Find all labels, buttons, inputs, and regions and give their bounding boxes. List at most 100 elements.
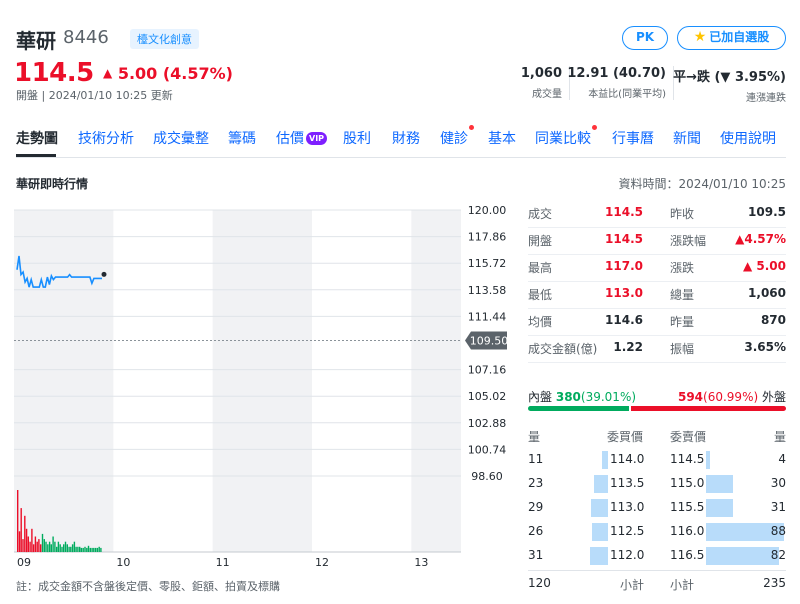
current-price: 114.5 xyxy=(14,58,94,88)
quote-value: 113.0 xyxy=(605,286,643,300)
quote-row: 昨收 109.5 xyxy=(670,205,786,232)
tab-peers[interactable]: 同業比較 xyxy=(535,125,597,148)
quote-value: 1,060 xyxy=(748,286,786,300)
x-tick-label: 09 xyxy=(17,556,31,569)
quote-label: 昨收 xyxy=(670,207,695,221)
pk-button[interactable]: PK xyxy=(622,26,668,50)
ask-volume: 82 xyxy=(770,548,786,562)
inout-in-label: 內盤 xyxy=(528,390,553,404)
y-tick-label: 100.74 xyxy=(468,443,507,456)
volume-bar xyxy=(54,541,56,552)
category-tag[interactable]: 檯文化創意 xyxy=(130,29,199,49)
vip-badge: VIP xyxy=(306,132,328,145)
volume-bar xyxy=(86,547,88,552)
tab-basic[interactable]: 基本 xyxy=(488,128,516,148)
ask-price: 114.5 xyxy=(670,452,705,466)
bid-volume: 26 xyxy=(528,524,544,538)
bid-depth-bar xyxy=(592,523,608,541)
tab-bar: 走勢圖 技術分析 成交彙整 籌碼 估價 VIP 股利 財務 健診 基本 同業比較 … xyxy=(16,125,786,156)
reference-price-label: 109.50 xyxy=(470,335,509,348)
ask-price: 115.5 xyxy=(670,500,705,514)
bid-volume: 23 xyxy=(528,476,544,490)
volume-bar xyxy=(17,490,19,552)
star-icon: ★ xyxy=(693,29,707,45)
y-tick-label: 102.88 xyxy=(468,417,507,430)
tab-peers-label: 同業比較 xyxy=(535,131,591,147)
stock-name: 華研 xyxy=(16,29,56,53)
quote-row: 最高 117.0 xyxy=(528,259,643,286)
price-change: ▲ 5.00 (4.57%) xyxy=(103,64,233,83)
y-tick-label: 98.60 xyxy=(471,470,503,483)
volume-bar xyxy=(96,547,99,552)
y-tick-label: 115.72 xyxy=(468,257,507,270)
y-tick-label: 117.86 xyxy=(468,231,507,244)
quote-label: 總量 xyxy=(670,288,695,302)
tab-chips[interactable]: 籌碼 xyxy=(228,128,256,148)
ask-total: 235 xyxy=(763,576,786,590)
order-book-row: 29 113.0 115.5 31 xyxy=(528,496,786,520)
order-book-footer: 120 小計 小計 235 xyxy=(528,570,786,594)
volume-bar xyxy=(22,539,24,552)
bid-depth-bar xyxy=(602,451,608,469)
tab-chart[interactable]: 走勢圖 xyxy=(16,128,58,148)
notification-dot xyxy=(469,125,474,130)
volume-bar xyxy=(63,544,65,553)
bid-price: 112.0 xyxy=(610,548,645,562)
y-tick-label: 111.44 xyxy=(468,310,507,323)
quote-row: 振幅 3.65% xyxy=(670,340,786,367)
volume-bar xyxy=(59,544,61,553)
volume-bar xyxy=(45,541,47,552)
order-book-row: 23 113.5 115.0 30 xyxy=(528,472,786,496)
quote-value: 114.5 xyxy=(605,232,643,246)
watchlist-label: 已加自選股 xyxy=(709,30,770,44)
volume-bar xyxy=(64,541,67,552)
volume-bar xyxy=(34,536,37,552)
bid-price: 114.0 xyxy=(610,452,645,466)
tab-health[interactable]: 健診 xyxy=(440,125,474,148)
volume-bar xyxy=(80,547,83,552)
hour-band xyxy=(212,210,312,552)
hour-band xyxy=(411,210,461,552)
watchlist-button[interactable]: ★ 已加自選股 xyxy=(677,26,786,50)
volume-bar xyxy=(38,539,40,552)
ask-depth-bar xyxy=(706,499,733,517)
bid-volume: 11 xyxy=(528,452,544,466)
ask-depth-bar xyxy=(706,451,710,469)
quote-label: 漲跌幅 xyxy=(670,234,707,248)
volume-bar xyxy=(98,546,100,552)
bid-price: 113.0 xyxy=(610,500,645,514)
inout-summary: 內盤 380(39.01%) 594(60.99%) 外盤 xyxy=(528,388,786,405)
tab-valuation[interactable]: 估價 VIP xyxy=(276,128,328,148)
volume-bar xyxy=(91,547,93,552)
quote-value: 1.22 xyxy=(613,340,643,354)
streak-stat: 平→跌 (▼ 3.95%) 連漲連跌 xyxy=(673,66,786,104)
volume-bar xyxy=(40,544,42,553)
quote-value: ▲ 5.00 xyxy=(742,259,786,273)
tab-help[interactable]: 使用說明 xyxy=(720,128,776,148)
tab-news[interactable]: 新聞 xyxy=(673,128,701,148)
volume-bar xyxy=(48,541,51,552)
ask-volume: 31 xyxy=(770,500,786,514)
order-book-row: 26 112.5 116.0 88 xyxy=(528,520,786,544)
inout-out-label: 外盤 xyxy=(761,390,786,404)
quote-row: 成交金額(億) 1.22 xyxy=(528,340,643,367)
price-change-value: 5.00 (4.57%) xyxy=(117,64,233,83)
tab-calendar[interactable]: 行事曆 xyxy=(612,128,654,148)
footer-divider xyxy=(528,570,786,571)
volume-bar xyxy=(82,547,84,552)
tab-financials[interactable]: 財務 xyxy=(392,128,420,148)
volume-bar xyxy=(27,536,29,552)
inout-out-value: 594 xyxy=(677,390,704,404)
quote-row: 均價 114.6 xyxy=(528,313,643,340)
quote-value: 109.5 xyxy=(748,205,786,219)
ask-volume: 30 xyxy=(770,476,786,490)
tab-dividend[interactable]: 股利 xyxy=(343,128,371,148)
volume-bar xyxy=(29,541,31,552)
tab-trades[interactable]: 成交彙整 xyxy=(153,128,209,148)
quote-row: 漲跌幅 ▲4.57% xyxy=(670,232,786,259)
tab-technical[interactable]: 技術分析 xyxy=(78,128,134,148)
ask-depth-bar xyxy=(706,475,733,493)
intraday-chart[interactable]: 120.00 117.86 115.72 113.58 111.44 109.50 107.… xyxy=(14,200,519,575)
ask-price: 116.0 xyxy=(670,524,705,538)
inside-volume-bar xyxy=(528,406,629,411)
